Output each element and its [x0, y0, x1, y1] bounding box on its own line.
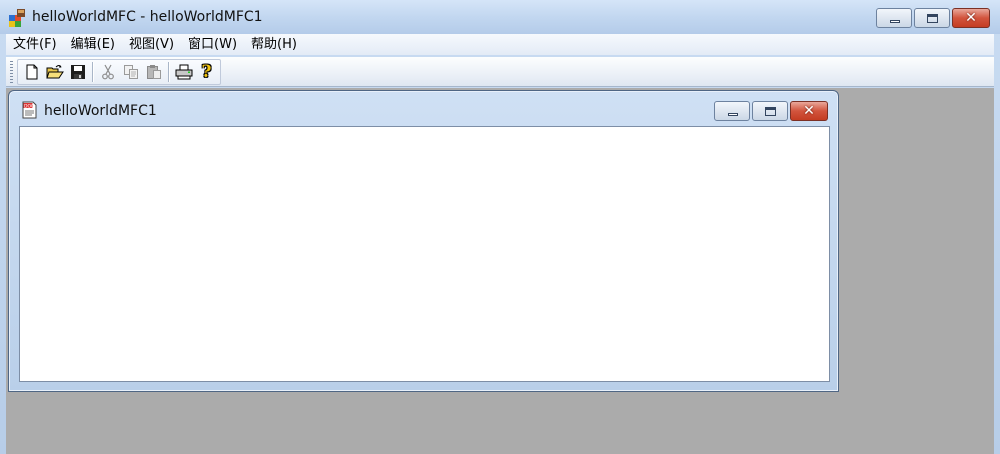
child-title-bar[interactable]: DOC helloWorldMFC1 ✕ — [9, 91, 838, 127]
caption-buttons: ✕ — [876, 8, 990, 28]
help-question-icon: ? — [201, 61, 212, 82]
child-window-title: helloWorldMFC1 — [44, 103, 157, 119]
printer-icon — [175, 64, 192, 79]
cut-scissors-icon — [101, 64, 114, 79]
save-button[interactable] — [66, 61, 89, 83]
maximize-button[interactable] — [914, 8, 950, 28]
paste-button[interactable] — [142, 61, 165, 83]
paste-clipboard-icon — [146, 64, 161, 79]
menu-edit[interactable]: 编辑(E) — [64, 34, 122, 55]
print-button[interactable] — [172, 61, 195, 83]
menu-view[interactable]: 视图(V) — [122, 34, 181, 55]
cut-button[interactable] — [96, 61, 119, 83]
close-button[interactable]: ✕ — [952, 8, 990, 28]
about-button[interactable]: ? — [195, 61, 218, 83]
menu-bar: 文件(F) 编辑(E) 视图(V) 窗口(W) 帮助(H) — [6, 34, 994, 55]
toolbar: ? — [6, 57, 994, 87]
title-bar[interactable]: helloWorldMFC - helloWorldMFC1 ✕ — [0, 0, 1000, 34]
child-caption-buttons: ✕ — [714, 101, 828, 121]
save-disk-icon — [70, 64, 85, 79]
open-folder-icon — [45, 64, 64, 78]
window-title: helloWorldMFC - helloWorldMFC1 — [32, 9, 263, 25]
child-close-button[interactable]: ✕ — [790, 101, 828, 121]
toolbar-button-group: ? — [17, 58, 221, 85]
minimize-icon — [890, 20, 900, 23]
close-icon: ✕ — [965, 10, 977, 26]
child-window: DOC helloWorldMFC1 ✕ — [8, 90, 839, 392]
copy-icon — [123, 64, 138, 79]
document-icon: DOC — [21, 101, 39, 119]
menu-help[interactable]: 帮助(H) — [244, 34, 304, 55]
toolbar-grip[interactable] — [10, 60, 13, 83]
child-maximize-button[interactable] — [752, 101, 788, 121]
toolbar-separator — [168, 61, 169, 82]
child-minimize-button[interactable] — [714, 101, 750, 121]
child-client-area[interactable] — [19, 126, 830, 382]
minimize-button[interactable] — [876, 8, 912, 28]
new-button[interactable] — [20, 61, 43, 83]
minimize-icon — [728, 113, 738, 116]
main-window: helloWorldMFC - helloWorldMFC1 ✕ 文件(F) 编… — [0, 0, 1000, 454]
menu-window[interactable]: 窗口(W) — [181, 34, 244, 55]
document-icon-label: DOC — [24, 103, 34, 109]
menu-file[interactable]: 文件(F) — [6, 34, 64, 55]
new-document-icon — [26, 64, 37, 79]
mfc-app-icon — [8, 9, 26, 27]
open-button[interactable] — [43, 61, 66, 83]
toolbar-separator — [92, 61, 93, 82]
maximize-icon — [927, 14, 938, 23]
close-icon: ✕ — [803, 103, 815, 119]
copy-button[interactable] — [119, 61, 142, 83]
maximize-icon — [765, 107, 776, 116]
